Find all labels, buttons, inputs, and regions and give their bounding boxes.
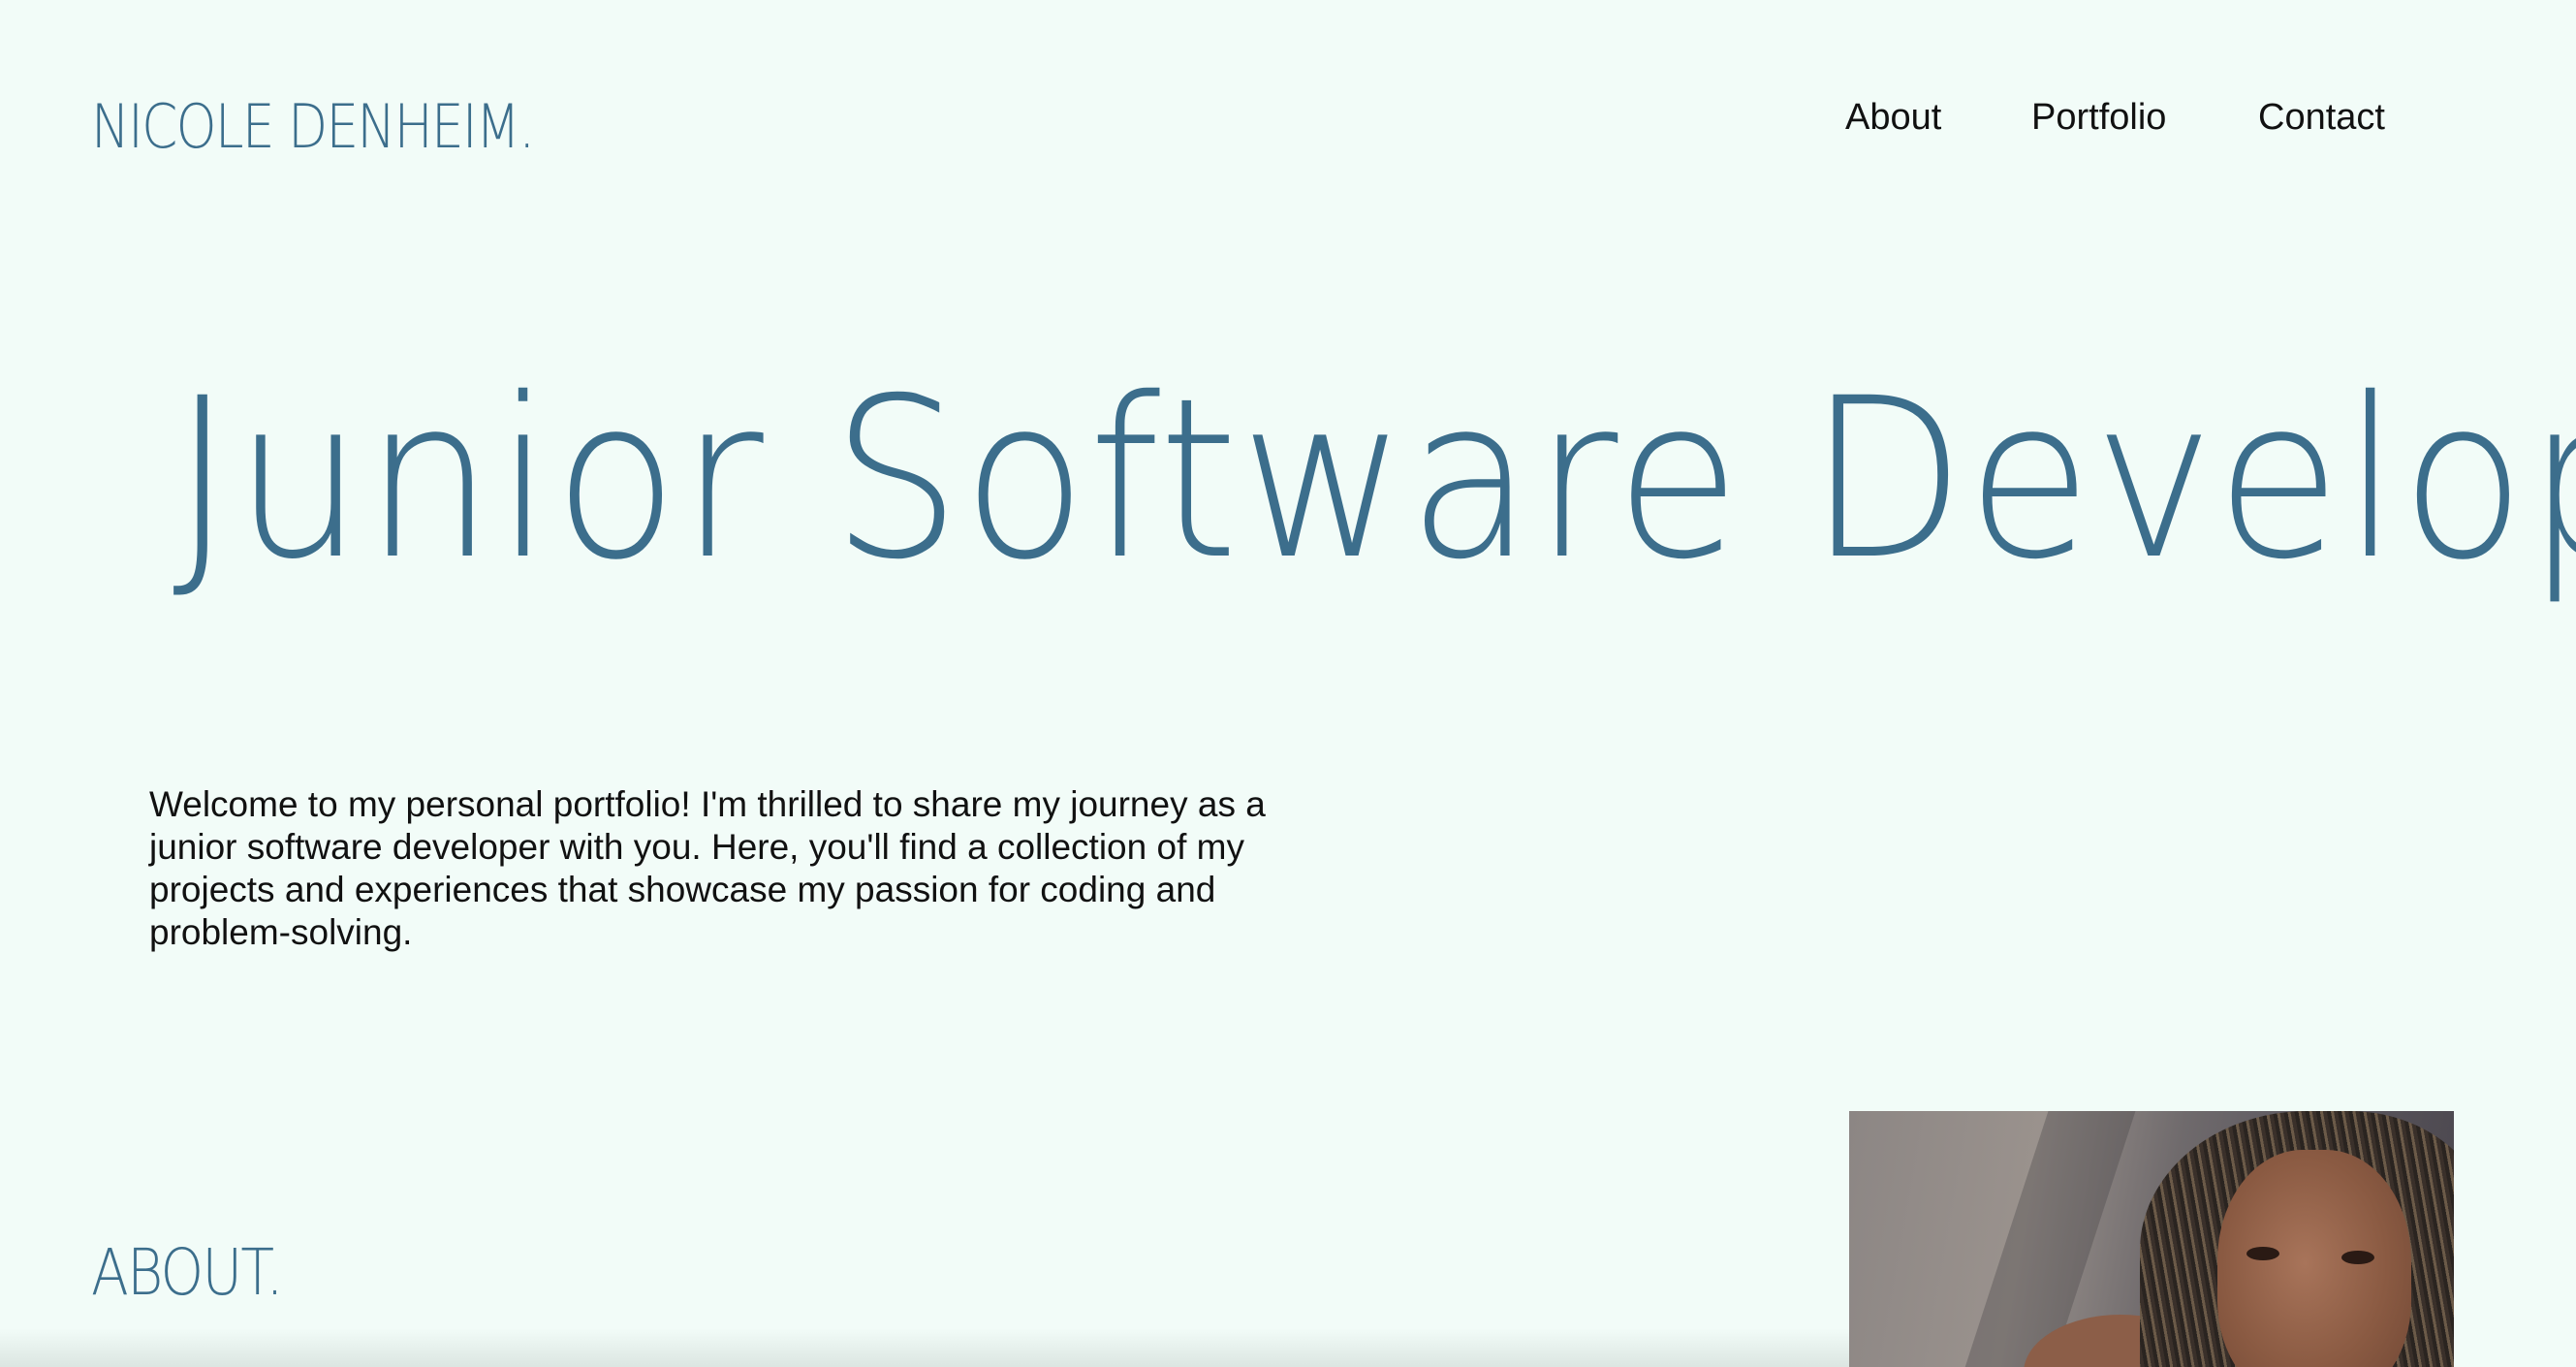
photo-eye-right <box>2341 1251 2374 1264</box>
scroll-shadow <box>0 1328 1849 1367</box>
portfolio-page: NICOLE DENHEIM. About Portfolio Contact … <box>0 0 2576 1367</box>
profile-photo <box>1849 1111 2454 1367</box>
hero-title: Junior Software Developer. <box>173 350 2576 608</box>
photo-eye-left <box>2246 1247 2279 1260</box>
nav-contact-link[interactable]: Contact <box>2258 99 2385 136</box>
nav-portfolio-link[interactable]: Portfolio <box>2031 99 2166 136</box>
photo-face <box>2217 1150 2411 1367</box>
about-heading: ABOUT. <box>91 1235 284 1310</box>
intro-paragraph: Welcome to my personal portfolio! I'm th… <box>149 784 1266 952</box>
site-logo[interactable]: NICOLE DENHEIM. <box>91 97 535 157</box>
nav-about-link[interactable]: About <box>1845 99 1941 136</box>
